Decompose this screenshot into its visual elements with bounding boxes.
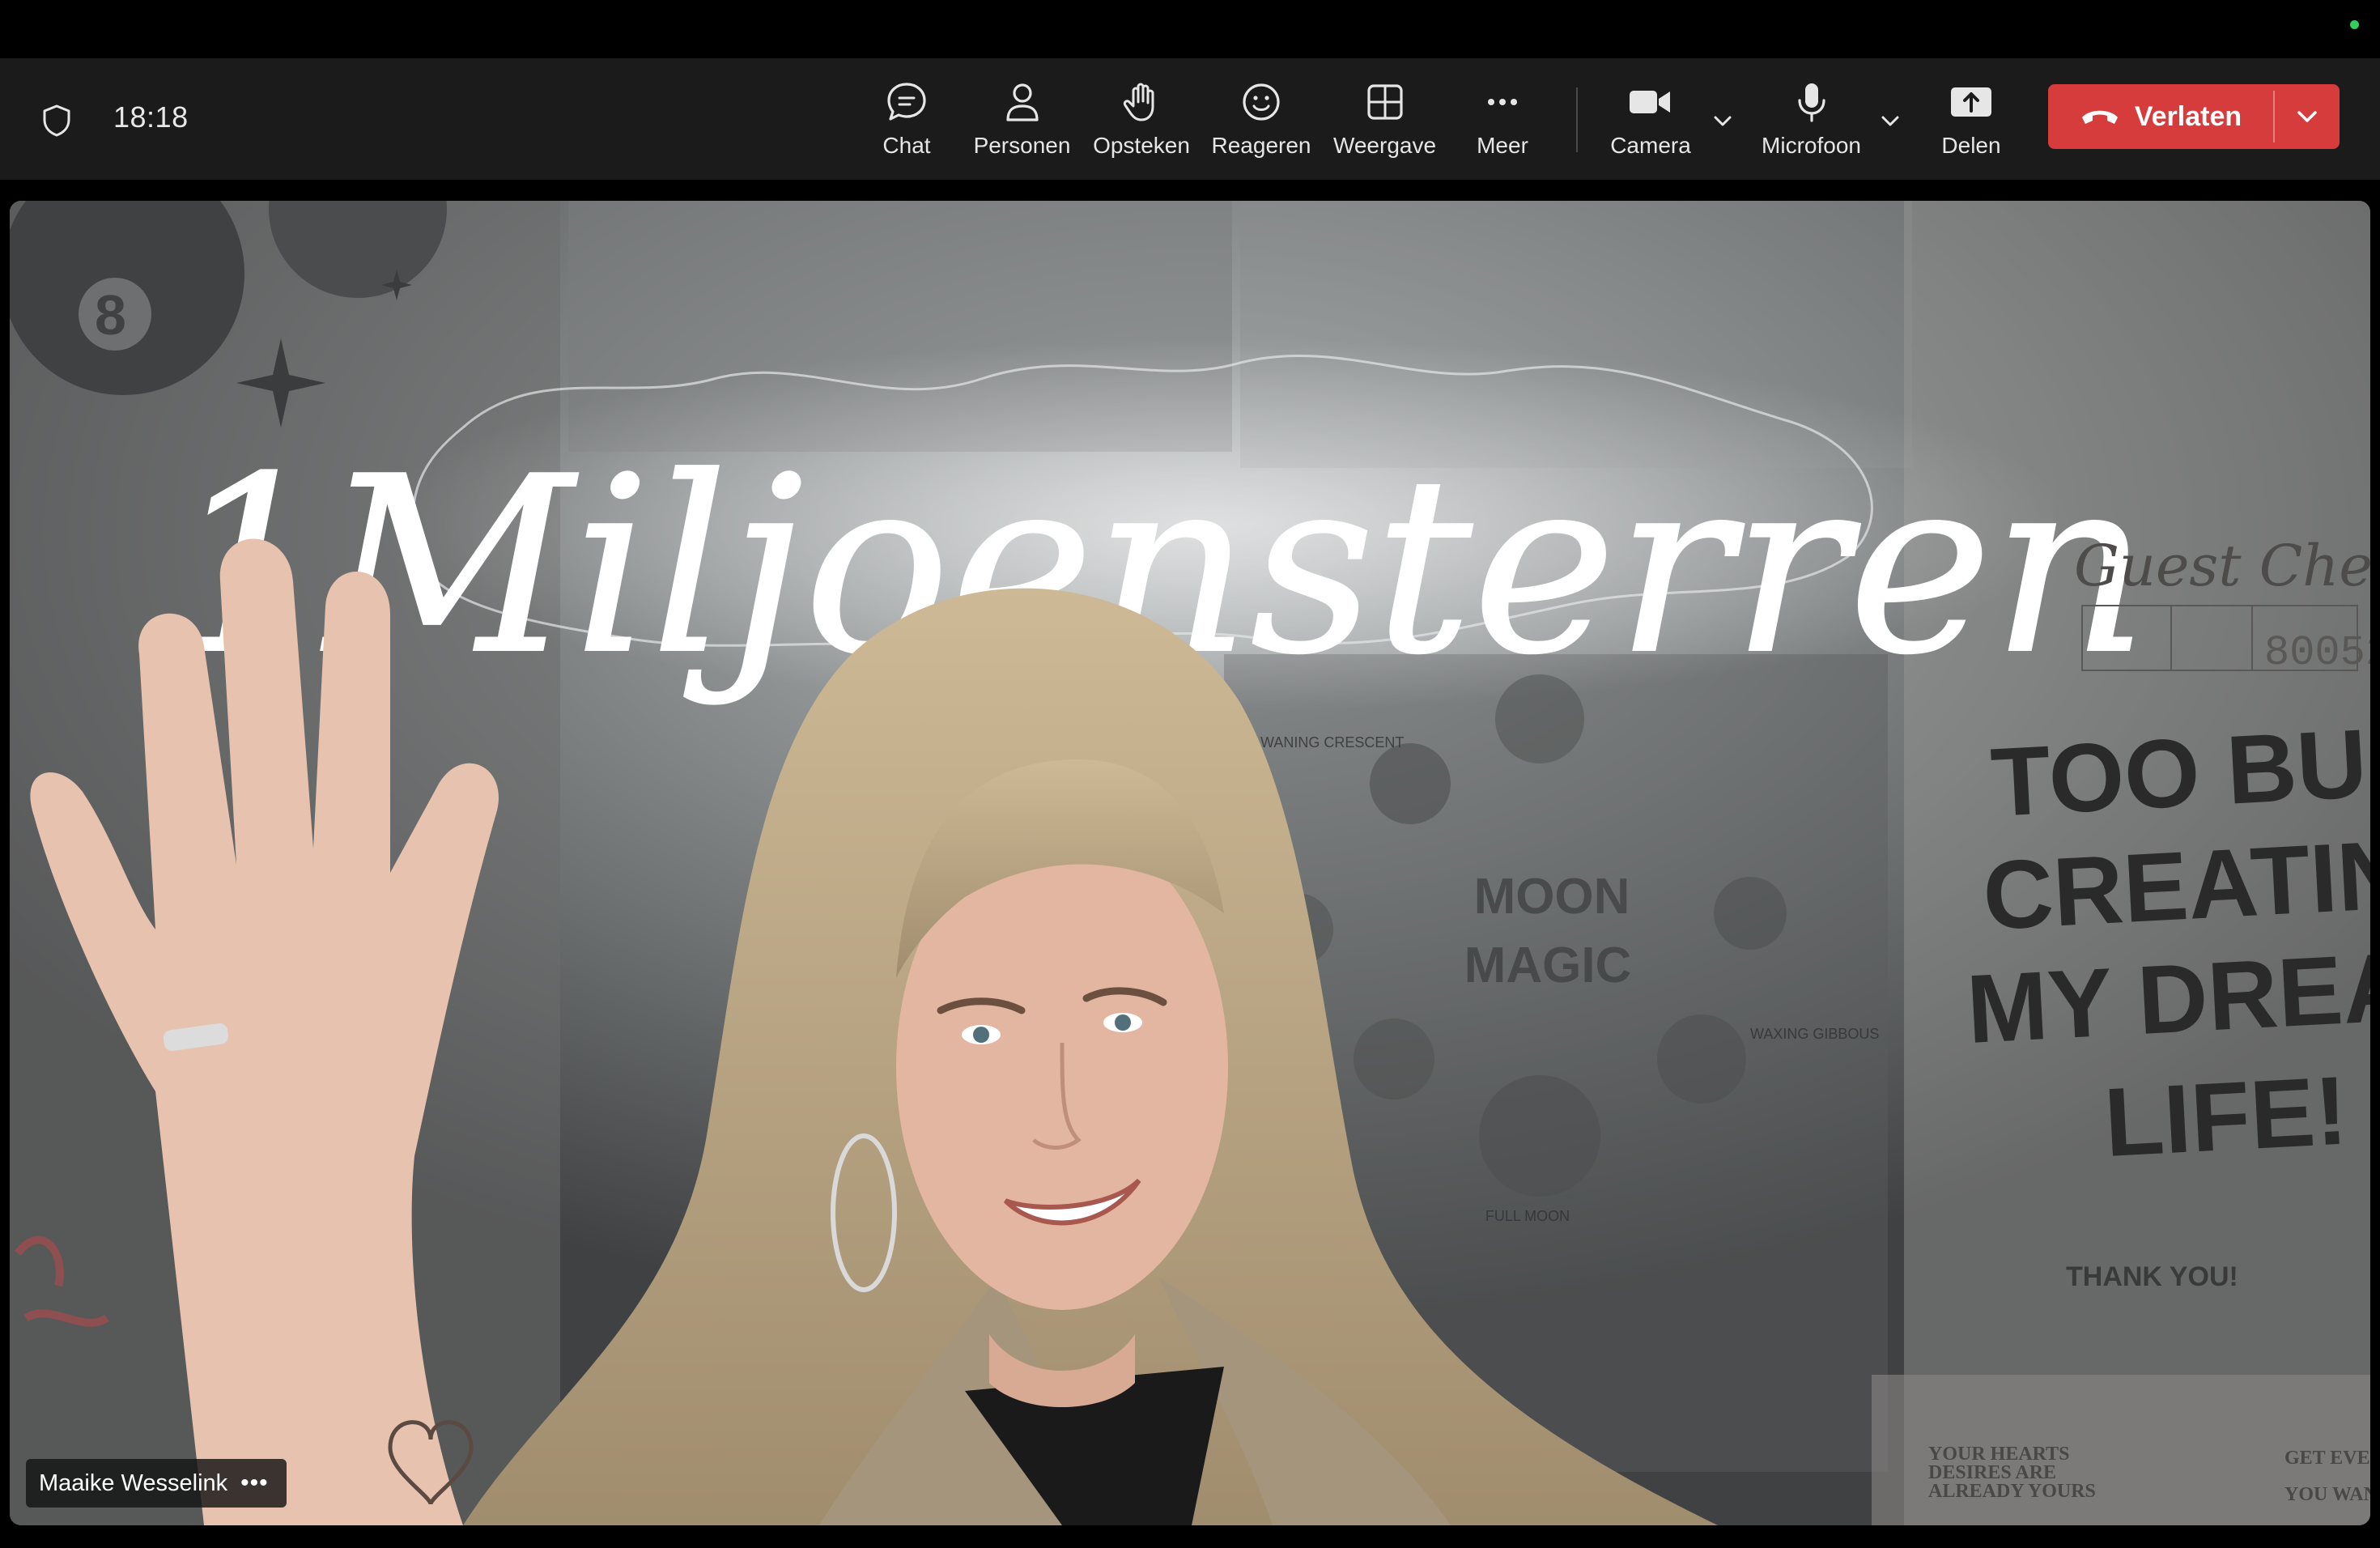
microphone-label: Microfoon: [1762, 133, 1861, 158]
leave-label: Verlaten: [2134, 100, 2242, 132]
video-frame: 8 1Miljoensterren MOON MAGIC WANING CRES…: [10, 201, 2370, 1525]
svg-text:WAXING GIBBOUS: WAXING GIBBOUS: [1750, 1026, 1879, 1042]
leave-button-group: Verlaten: [2048, 84, 2340, 149]
person-icon: [1005, 83, 1039, 121]
raise-hand-button[interactable]: Opsteken: [1089, 78, 1194, 167]
meeting-toolbar: 18:18 Chat Personen Opsteken Reageren We…: [0, 58, 2380, 180]
svg-text:800529: 800529: [2264, 629, 2370, 677]
react-label: Reageren: [1211, 133, 1311, 158]
svg-text:YOU WANT: YOU WANT: [2284, 1484, 2370, 1505]
svg-text:FULL MOON: FULL MOON: [1485, 1208, 1570, 1224]
raise-hand-label: Opsteken: [1093, 133, 1190, 158]
participant-name: Maaike Wesselink: [39, 1469, 228, 1496]
smiley-icon: [1243, 83, 1280, 121]
grid-view-icon: [1366, 84, 1403, 120]
microphone-icon: [1797, 83, 1825, 122]
camera-active-indicator: [2350, 20, 2359, 29]
more-button[interactable]: Meer: [1465, 78, 1540, 167]
svg-text:MAGIC: MAGIC: [1464, 938, 1632, 993]
meeting-clock: 18:18: [113, 100, 189, 134]
svg-text:WANING CRESCENT: WANING CRESCENT: [1260, 734, 1404, 751]
camera-label: Camera: [1610, 133, 1691, 158]
more-dots-icon: [1488, 99, 1517, 105]
shield-icon[interactable]: [40, 104, 73, 138]
svg-text:MOON: MOON: [1474, 869, 1630, 925]
chat-label: Chat: [882, 133, 931, 158]
share-screen-icon: [1951, 87, 1991, 117]
toolbar-divider: [1576, 87, 1578, 152]
participant-video: 8 1Miljoensterren MOON MAGIC WANING CRES…: [10, 201, 2370, 1525]
raise-hand-icon: [1123, 83, 1154, 121]
microphone-button[interactable]: Microfoon: [1753, 78, 1870, 167]
react-button[interactable]: Reageren: [1209, 78, 1314, 167]
participant-more-button[interactable]: •••: [240, 1469, 269, 1497]
more-label: Meer: [1477, 133, 1528, 158]
svg-text:Guest Check: Guest Check: [2074, 533, 2370, 599]
view-label: Weergave: [1332, 133, 1437, 158]
svg-text:8: 8: [95, 283, 126, 347]
svg-text:ALREADY YOURS: ALREADY YOURS: [1928, 1481, 2096, 1502]
video-camera-icon: [1630, 91, 1670, 113]
svg-text:GET EVE: GET EVE: [2284, 1448, 2370, 1469]
leave-options-button[interactable]: [2275, 84, 2340, 149]
system-bar: [0, 0, 2380, 58]
chat-button[interactable]: Chat: [870, 78, 943, 167]
chat-bubble-icon: [887, 83, 926, 121]
share-label: Delen: [1941, 133, 2001, 158]
participant-name-tag: Maaike Wesselink •••: [26, 1459, 287, 1508]
view-button[interactable]: Weergave: [1330, 78, 1439, 167]
chevron-down-icon: [2297, 111, 2317, 122]
people-label: Personen: [973, 133, 1071, 158]
share-button[interactable]: Delen: [1931, 78, 2012, 167]
leave-button[interactable]: Verlaten: [2048, 84, 2273, 149]
camera-options-chevron-down-icon[interactable]: [1711, 108, 1735, 133]
camera-button[interactable]: Camera: [1600, 78, 1701, 167]
people-button[interactable]: Personen: [967, 78, 1077, 167]
svg-text:THANK YOU!: THANK YOU!: [2066, 1261, 2238, 1292]
microphone-options-chevron-down-icon[interactable]: [1878, 108, 1902, 133]
svg-text:LIFE!: LIFE!: [2102, 1056, 2350, 1177]
hang-up-icon: [2081, 110, 2118, 124]
